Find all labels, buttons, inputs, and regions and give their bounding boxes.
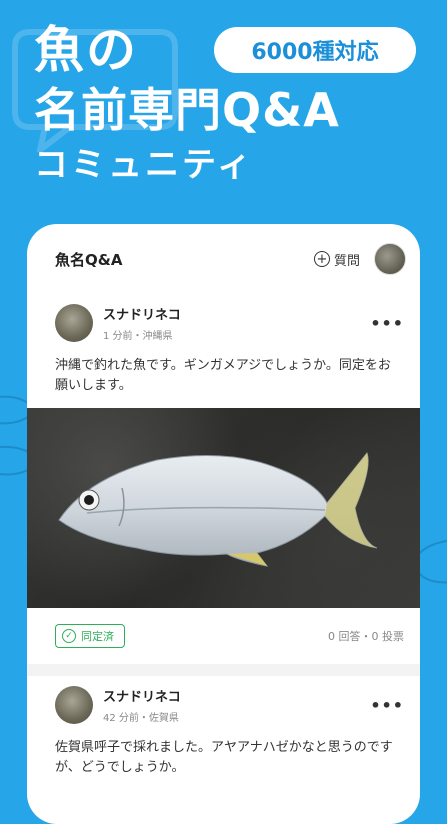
identified-status-badge: ✓ 同定済 xyxy=(55,624,125,649)
ask-question-button[interactable]: + 質問 xyxy=(313,250,360,269)
post-header: スナドリネコ 42 分前・佐賀県 ••• xyxy=(27,676,420,728)
app-header: 魚名Q&A + 質問 xyxy=(27,224,420,294)
hero-line-3: コミュニティ xyxy=(34,145,254,186)
app-title: 魚名Q&A xyxy=(55,250,123,269)
post-text: 沖縄で釣れた魚です。ギンガメアジでしょうか。同定をお願いします。 xyxy=(55,358,391,394)
user-name[interactable]: スナドリネコ xyxy=(103,304,370,323)
plus-circle-icon: + xyxy=(313,251,330,267)
answer-vote-stats: 0 回答・0 投票 xyxy=(328,630,404,644)
species-count-badge: 6000種対応 xyxy=(214,27,416,73)
avatar[interactable] xyxy=(55,304,93,342)
question-feed: スナドリネコ 1 分前・沖縄県 ••• 沖縄で釣れた魚です。ギンガメアジでしょう… xyxy=(27,294,420,791)
question-post[interactable]: スナドリネコ 1 分前・沖縄県 ••• 沖縄で釣れた魚です。ギンガメアジでしょう… xyxy=(27,294,420,665)
identified-status-label: 同定済 xyxy=(81,630,114,644)
fish-photo[interactable] xyxy=(27,408,420,609)
ask-question-label: 質問 xyxy=(333,253,360,269)
post-user-info: スナドリネコ 42 分前・佐賀県 xyxy=(103,686,370,724)
avatar[interactable] xyxy=(55,686,93,725)
question-post[interactable]: スナドリネコ 42 分前・佐賀県 ••• 佐賀県呼子で採れました。アヤアナハゼか… xyxy=(27,676,420,791)
check-circle-icon: ✓ xyxy=(62,629,76,644)
post-user-info: スナドリネコ 1 分前・沖縄県 xyxy=(103,304,370,342)
more-options-icon[interactable]: ••• xyxy=(370,696,404,715)
hero-line-2: 名前専門Q&A xyxy=(34,82,340,137)
post-text: 佐賀県呼子で採れました。アヤアナハゼかなと思うのですが、どうでしょうか。 xyxy=(55,740,393,776)
post-meta: 1 分前・沖縄県 xyxy=(103,331,173,342)
post-header: スナドリネコ 1 分前・沖縄県 ••• xyxy=(27,294,420,346)
post-footer: ✓ 同定済 0 回答・0 投票 xyxy=(27,608,420,664)
user-name[interactable]: スナドリネコ xyxy=(103,686,370,705)
fish-image xyxy=(58,452,378,568)
post-meta: 42 分前・佐賀県 xyxy=(103,713,179,725)
profile-avatar[interactable] xyxy=(374,243,406,275)
more-options-icon[interactable]: ••• xyxy=(370,314,404,333)
app-screen: 魚名Q&A + 質問 スナドリネコ 1 分前・沖縄県 ••• 沖縄で釣れた魚です… xyxy=(27,224,420,824)
